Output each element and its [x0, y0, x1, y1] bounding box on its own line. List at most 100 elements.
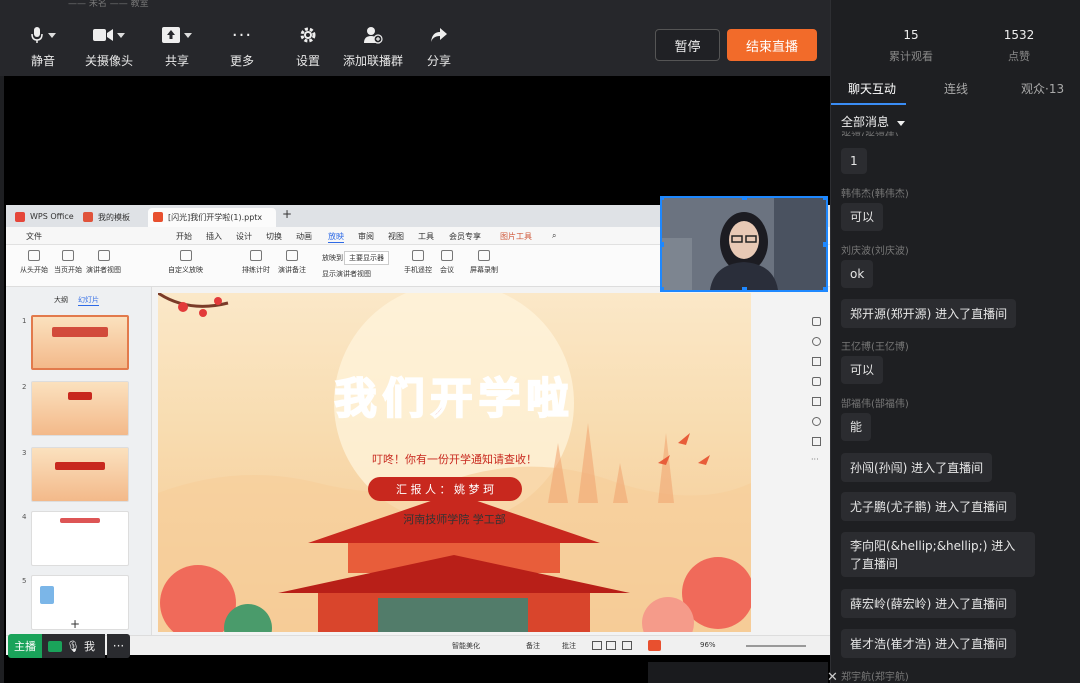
end-live-button[interactable]: 结束直播: [727, 29, 817, 61]
mute-button[interactable]: 静音: [8, 24, 78, 69]
chat-system-message: 尤子鹏(尤子鹏) 进入了直播间: [841, 492, 1017, 521]
pin-icon[interactable]: [812, 437, 821, 446]
sorter-view-icon[interactable]: [606, 641, 616, 650]
ribbon-meeting[interactable]: 会议: [440, 250, 454, 275]
bottom-popup: [648, 662, 828, 683]
show-presenter-checkbox[interactable]: 显示演讲者视图: [322, 269, 371, 279]
share-screen-label: 共享: [164, 54, 189, 68]
reading-view-icon[interactable]: [622, 641, 632, 650]
wps-search-icon[interactable]: ⌕: [552, 231, 556, 241]
close-icon[interactable]: ✕: [827, 670, 838, 683]
ribbon-presenter-view[interactable]: 演讲者视图: [86, 250, 121, 275]
notes-button[interactable]: 备注: [526, 641, 540, 651]
menu-insert[interactable]: 插入: [206, 231, 222, 242]
normal-view-icon[interactable]: [592, 641, 602, 650]
smart-beautify-button[interactable]: 智能美化: [452, 641, 480, 651]
share-link-button[interactable]: 分享: [404, 24, 474, 69]
comments-button[interactable]: 批注: [562, 641, 576, 651]
ribbon-screen-record[interactable]: 屏幕录制: [470, 250, 498, 275]
add-slide-button[interactable]: +: [70, 617, 80, 631]
menu-file[interactable]: 文件: [26, 231, 42, 242]
settings-label: 设置: [295, 54, 320, 68]
share-link-label: 分享: [426, 54, 451, 68]
ribbon-phone-remote[interactable]: 手机遥控: [404, 250, 432, 275]
more-tools-icon[interactable]: ···: [811, 455, 819, 464]
settings-button[interactable]: 设置: [273, 24, 343, 69]
transform-icon[interactable]: [812, 397, 821, 406]
chat-message: 可以: [841, 203, 884, 231]
slides-tab[interactable]: 幻灯片: [78, 295, 99, 306]
menu-review[interactable]: 审阅: [358, 231, 374, 242]
menu-transition[interactable]: 切换: [266, 231, 282, 242]
chat-username: 郜福伟(郜福伟): [841, 399, 909, 410]
star-icon[interactable]: [812, 337, 821, 346]
more-options-icon[interactable]: ···: [107, 634, 130, 658]
more-label: 更多: [229, 54, 254, 68]
ribbon-notes[interactable]: 演讲备注: [278, 250, 306, 275]
slide-thumb-1[interactable]: [31, 315, 129, 370]
slide-thumb-2[interactable]: [31, 381, 129, 436]
menu-member[interactable]: 会员专享: [449, 231, 481, 242]
share-screen-button[interactable]: 共享: [142, 24, 212, 69]
wps-logo-icon: [15, 212, 25, 222]
tab-chat[interactable]: 聊天互动: [848, 80, 896, 97]
adjust-icon[interactable]: [812, 317, 821, 326]
help-icon[interactable]: [812, 417, 821, 426]
live-stream-app: —— 未名 —— 教室 静音 关摄像头 共享 ··· 更多 设置 添加联播群 分…: [0, 0, 1080, 683]
title-strip-text: —— 未名 —— 教室: [68, 0, 149, 9]
thumb-number: 1: [22, 317, 27, 325]
zoom-slider[interactable]: [746, 645, 806, 647]
pause-button[interactable]: 暂停: [655, 29, 720, 61]
wps-tab-home[interactable]: WPS Office: [10, 208, 78, 227]
wps-tab-templates[interactable]: 我的模板: [78, 208, 146, 227]
add-group-button[interactable]: 添加联播群: [338, 24, 408, 69]
new-tab-button[interactable]: +: [282, 207, 292, 221]
chat-message: 能: [841, 413, 872, 441]
play-slideshow-icon[interactable]: [648, 640, 661, 651]
menu-design[interactable]: 设计: [236, 231, 252, 242]
ribbon-from-start[interactable]: 从头开始: [20, 250, 48, 275]
menu-animation[interactable]: 动画: [296, 231, 312, 242]
my-controls[interactable]: 🎙 我: [42, 634, 105, 658]
interaction-panel: 15 累计观看 1532 点赞 聊天互动 连线 观众·13 全部消息 张福(张福…: [830, 0, 1080, 683]
ribbon-rehearse[interactable]: 排练计时: [242, 250, 270, 275]
menu-slideshow[interactable]: 放映: [328, 231, 344, 243]
chat-username: 郑宇航(郑宇航): [841, 672, 909, 683]
thumb-number: 3: [22, 449, 27, 457]
chat-system-message: 薛宏岭(薛宏岭) 进入了直播间: [841, 589, 1017, 618]
top-toolbar: 静音 关摄像头 共享 ··· 更多 设置 添加联播群 分享 暂停 结束直播: [0, 10, 830, 76]
host-badge: 主播: [8, 634, 42, 658]
mic-small-icon[interactable]: 🎙: [66, 640, 80, 653]
webcam-overlay[interactable]: [660, 196, 828, 292]
chat-system-message: 李向阳(&hellip;&hellip;) 进入了直播间: [841, 532, 1035, 577]
tab-connect[interactable]: 连线: [944, 80, 968, 97]
link-icon[interactable]: [812, 377, 821, 386]
tab-audience[interactable]: 观众·13: [1021, 80, 1064, 97]
menu-home[interactable]: 开始: [176, 231, 192, 242]
ribbon-custom-show[interactable]: 自定义放映: [168, 250, 203, 275]
wps-tab-document[interactable]: [闪光]我们开学啦(1).pptx: [148, 208, 276, 227]
chat-system-message: 郑开源(郑开源) 进入了直播间: [841, 299, 1017, 328]
add-group-label: 添加联播群: [342, 54, 403, 68]
menu-view[interactable]: 视图: [388, 231, 404, 242]
slide-thumb-3[interactable]: [31, 447, 129, 502]
add-group-icon: [364, 27, 383, 44]
chat-message: 可以: [841, 356, 884, 384]
camera-button[interactable]: 关摄像头: [74, 24, 144, 69]
viewers-stat: 15 累计观看: [856, 28, 966, 64]
likes-count: 1532: [1003, 28, 1035, 42]
title-strip: —— 未名 —— 教室: [0, 0, 830, 10]
picture-icon[interactable]: [812, 357, 821, 366]
menu-picture-tools[interactable]: 图片工具: [500, 231, 532, 242]
thumb-number: 5: [22, 577, 27, 585]
slide-thumb-4[interactable]: [31, 511, 129, 566]
more-button[interactable]: ··· 更多: [207, 24, 277, 69]
screen-share-icon[interactable]: [48, 640, 62, 652]
menu-tools[interactable]: 工具: [418, 231, 434, 242]
outline-tab[interactable]: 大纲: [54, 295, 68, 305]
chat-username: 韩伟杰(韩伟杰): [841, 189, 909, 200]
chat-system-message: 崔才浩(崔才浩) 进入了直播间: [841, 629, 1017, 658]
ribbon-from-current[interactable]: 当页开始: [54, 250, 82, 275]
microphone-icon: [31, 27, 43, 43]
monitor-select[interactable]: 主要显示器: [344, 251, 389, 265]
